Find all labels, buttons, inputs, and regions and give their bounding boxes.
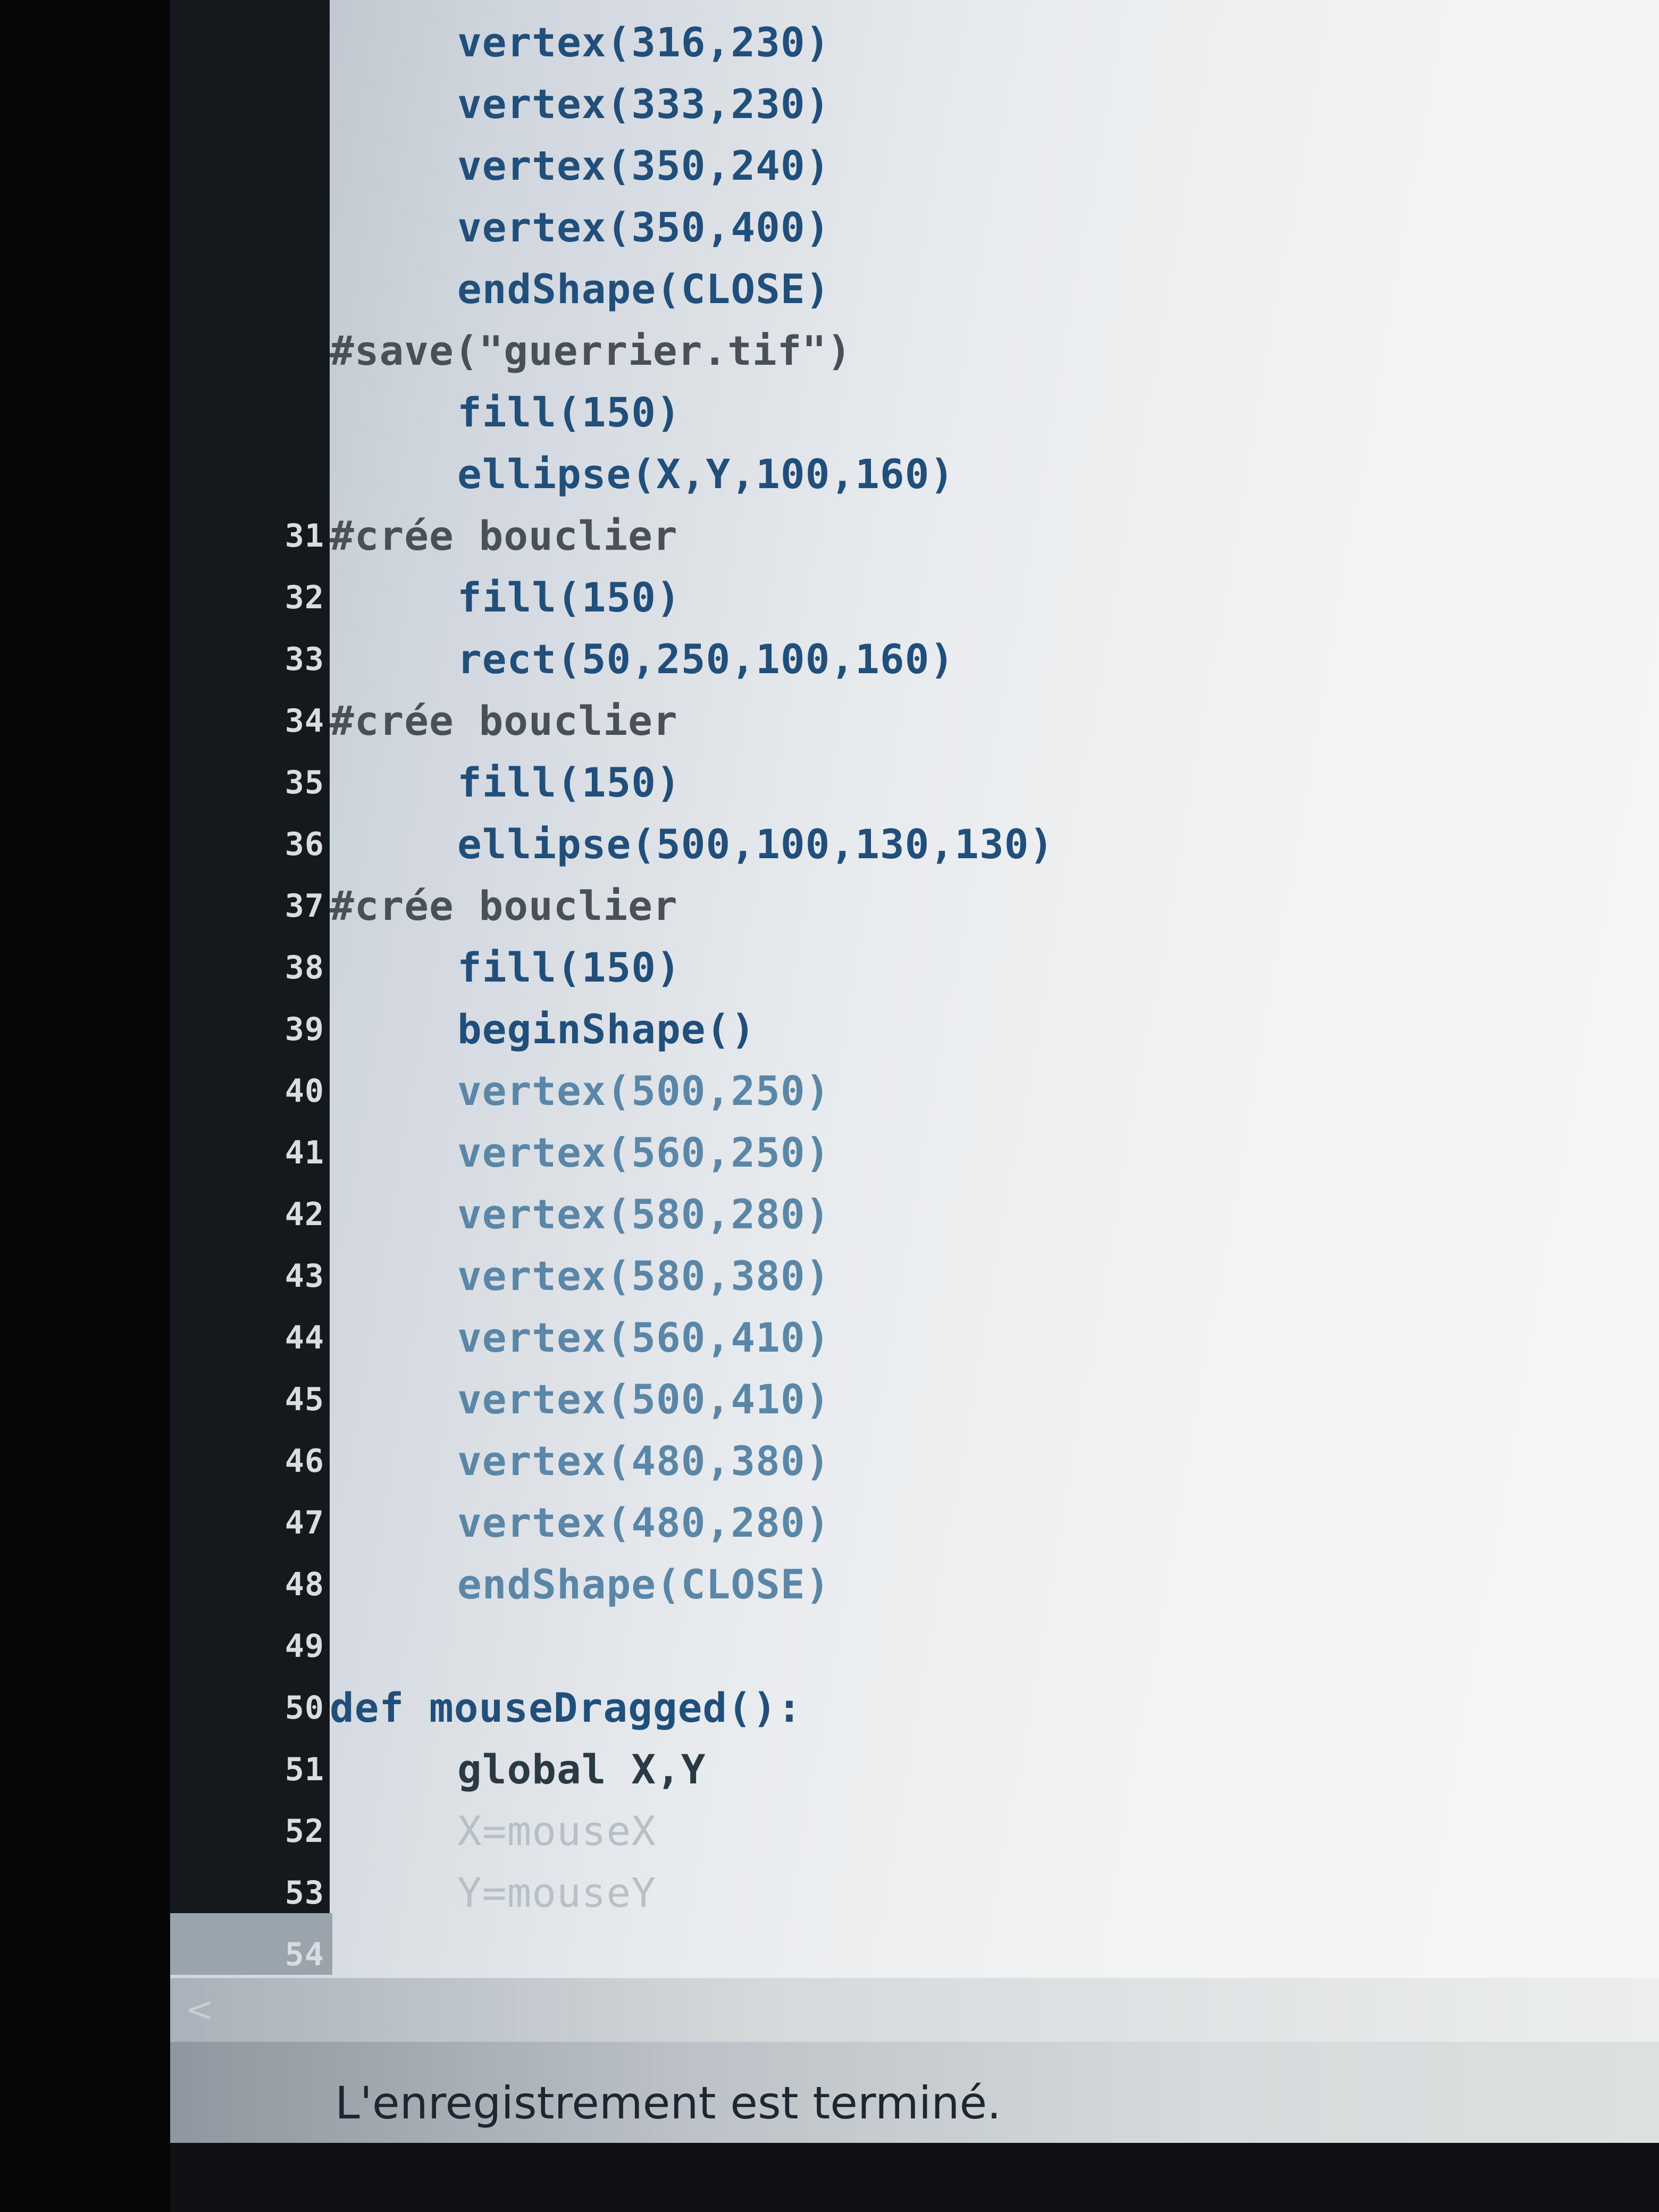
line-number: 35 xyxy=(284,764,324,801)
code-line[interactable]: vertex(350,240) xyxy=(330,135,1606,197)
code-text: fill(150) xyxy=(457,759,681,806)
line-number: 52 xyxy=(284,1813,324,1850)
scroll-left-arrow-icon[interactable]: < xyxy=(181,1991,218,2029)
line-number: 44 xyxy=(284,1319,324,1356)
code-line[interactable]: 42 vertex(580,280) xyxy=(285,1184,1606,1245)
code-text: Y=mouseY xyxy=(457,1869,657,1916)
code-line[interactable]: 32 fill(150) xyxy=(285,567,1606,629)
code-line[interactable]: 36 ellipse(500,100,130,130) xyxy=(285,814,1606,875)
code-line[interactable]: 31 #crée bouclier xyxy=(285,505,1606,567)
code-line[interactable]: 33 rect(50,250,100,160) xyxy=(285,629,1606,690)
horizontal-scrollbar[interactable] xyxy=(170,1978,1659,2042)
code-text: vertex(480,280) xyxy=(457,1499,831,1546)
code-text: #save("guerrier.tif") xyxy=(330,327,852,374)
code-line[interactable]: 45 vertex(500,410) xyxy=(285,1369,1606,1430)
code-text-area[interactable]: vertex(316,230) vertex(333,230) vertex(350… xyxy=(285,0,1659,1978)
code-text: vertex(500,410) xyxy=(457,1376,831,1423)
code-text: vertex(316,230) xyxy=(457,19,831,66)
code-line[interactable]: 54 xyxy=(285,1924,1606,1985)
line-number: 39 xyxy=(284,1011,324,1048)
code-line[interactable]: 43 vertex(580,380) xyxy=(285,1245,1606,1307)
code-text: endShape(CLOSE) xyxy=(457,1561,831,1608)
code-line[interactable]: 39 beginShape() xyxy=(285,999,1606,1060)
status-message: L'enregistrement est terminé. xyxy=(335,2077,1001,2129)
code-text: #crée bouclier xyxy=(330,882,678,929)
code-line[interactable]: 47 vertex(480,280) xyxy=(285,1492,1606,1554)
console-area xyxy=(170,2143,1659,2212)
line-number: 33 xyxy=(284,641,324,678)
code-line[interactable]: endShape(CLOSE) xyxy=(330,258,1606,320)
code-text: fill(150) xyxy=(457,389,681,436)
processing-editor-window: vertex(316,230) vertex(333,230) vertex(350… xyxy=(0,0,1659,2212)
code-line[interactable]: 50 def mouseDragged(): xyxy=(285,1677,1606,1739)
line-number: 36 xyxy=(284,826,324,863)
code-line[interactable]: 48 endShape(CLOSE) xyxy=(285,1554,1606,1615)
code-text: vertex(350,240) xyxy=(457,142,831,189)
code-line[interactable]: 53 Y=mouseY xyxy=(285,1862,1606,1924)
code-line[interactable]: 34 #crée bouclier xyxy=(285,690,1606,752)
code-line[interactable]: vertex(333,230) xyxy=(330,73,1606,135)
code-line[interactable]: 41 vertex(560,250) xyxy=(285,1122,1606,1184)
code-text: #crée bouclier xyxy=(330,512,678,559)
code-line[interactable]: ellipse(X,Y,100,160) xyxy=(330,443,1606,505)
line-number: 41 xyxy=(284,1134,324,1171)
code-line[interactable]: vertex(316,230) xyxy=(330,12,1606,73)
line-number: 51 xyxy=(284,1751,324,1788)
code-line[interactable]: fill(150) xyxy=(330,382,1606,443)
line-number: 34 xyxy=(284,702,324,740)
code-text: vertex(333,230) xyxy=(457,80,831,128)
code-line[interactable]: 49 xyxy=(285,1615,1606,1677)
line-number: 45 xyxy=(284,1381,324,1418)
code-text: vertex(560,250) xyxy=(457,1129,831,1176)
line-number: 40 xyxy=(284,1073,324,1110)
line-number: 50 xyxy=(284,1689,324,1727)
code-text: X=mouseX xyxy=(457,1807,657,1855)
code-line[interactable]: 37 #crée bouclier xyxy=(285,875,1606,937)
code-text: vertex(560,410) xyxy=(457,1314,831,1361)
code-text: beginShape() xyxy=(457,1006,756,1053)
code-text: fill(150) xyxy=(457,574,681,621)
line-number: 53 xyxy=(284,1874,324,1912)
code-text: ellipse(500,100,130,130) xyxy=(457,820,1054,868)
line-number: 31 xyxy=(284,517,324,555)
code-line[interactable]: 52 X=mouseX xyxy=(285,1800,1606,1862)
line-number: 32 xyxy=(284,579,324,616)
code-line[interactable]: 51 global X,Y xyxy=(285,1739,1606,1800)
code-text: ellipse(X,Y,100,160) xyxy=(457,450,955,498)
code-text: vertex(350,400) xyxy=(457,204,831,251)
code-text: vertex(580,280) xyxy=(457,1191,831,1238)
code-line[interactable]: vertex(350,400) xyxy=(330,197,1606,258)
code-line[interactable]: 38 fill(150) xyxy=(285,937,1606,999)
screen-bezel xyxy=(0,0,170,2212)
code-line[interactable]: 40 vertex(500,250) xyxy=(285,1060,1606,1122)
code-text: vertex(580,380) xyxy=(457,1252,831,1300)
line-number: 42 xyxy=(284,1196,324,1233)
line-number: 47 xyxy=(284,1504,324,1541)
code-text: global X,Y xyxy=(457,1746,706,1793)
line-number: 54 xyxy=(284,1936,324,1973)
line-number: 37 xyxy=(284,887,324,925)
code-line[interactable]: 46 vertex(480,380) xyxy=(285,1430,1606,1492)
line-number: 46 xyxy=(284,1443,324,1480)
code-line[interactable]: 35 fill(150) xyxy=(285,752,1606,814)
code-text: vertex(500,250) xyxy=(457,1067,831,1115)
code-text: vertex(480,380) xyxy=(457,1437,831,1485)
line-number: 38 xyxy=(284,949,324,986)
line-number: 43 xyxy=(284,1258,324,1295)
code-text: def mouseDragged(): xyxy=(330,1684,802,1731)
code-text: endShape(CLOSE) xyxy=(457,265,831,313)
code-line[interactable]: 44 vertex(560,410) xyxy=(285,1307,1606,1369)
code-text: fill(150) xyxy=(457,944,681,991)
code-text: #crée bouclier xyxy=(330,697,678,744)
line-number: 49 xyxy=(284,1628,324,1665)
code-line[interactable]: #save("guerrier.tif") xyxy=(330,320,1606,382)
code-text: rect(50,250,100,160) xyxy=(457,635,955,683)
line-number: 48 xyxy=(284,1566,324,1603)
